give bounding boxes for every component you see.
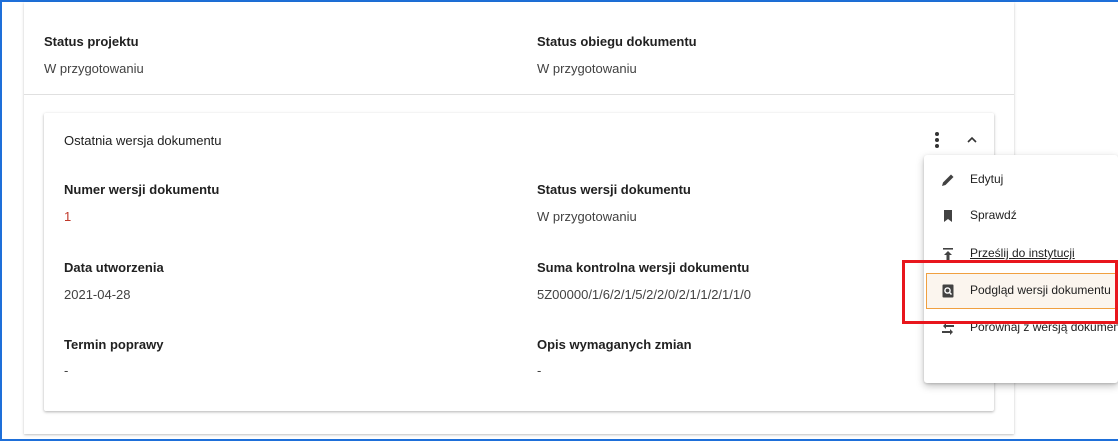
required-changes-value: - bbox=[537, 363, 542, 378]
project-status-value: W przygotowaniu bbox=[44, 61, 144, 76]
chevron-up-icon[interactable] bbox=[962, 130, 982, 150]
menu-item-check-label: Sprawdź bbox=[970, 208, 1017, 222]
latest-version-title: Ostatnia wersja dokumentu bbox=[64, 133, 222, 148]
version-number-value: 1 bbox=[64, 209, 72, 224]
project-status-label: Status projektu bbox=[44, 34, 139, 49]
required-changes-label: Opis wymaganych zmian bbox=[537, 337, 692, 352]
document-flow-status-label: Status obiegu dokumentu bbox=[537, 34, 697, 49]
version-number-label: Numer wersji dokumentu bbox=[64, 182, 220, 197]
document-flow-status-value: W przygotowaniu bbox=[537, 61, 637, 76]
correction-deadline-label: Termin poprawy bbox=[64, 337, 164, 352]
menu-item-edit-label: Edytuj bbox=[970, 172, 1004, 186]
pencil-icon bbox=[940, 172, 956, 188]
version-status-value: W przygotowaniu bbox=[537, 209, 637, 224]
more-options-icon[interactable] bbox=[930, 130, 944, 150]
menu-item-check[interactable]: Sprawdź bbox=[924, 198, 1118, 234]
checksum-label: Suma kontrolna wersji dokumentu bbox=[537, 260, 750, 275]
version-status-label: Status wersji dokumentu bbox=[537, 182, 691, 197]
correction-deadline-value: - bbox=[64, 363, 69, 378]
section-divider bbox=[24, 94, 1014, 95]
menu-item-send-to-institution-label: Prześlij do instytucji bbox=[970, 246, 1075, 260]
latest-version-card bbox=[44, 113, 994, 411]
checksum-value: 5Z00000/1/6/2/1/5/2/2/0/2/1/1/2/1/1/0 bbox=[537, 287, 751, 302]
created-date-label: Data utworzenia bbox=[64, 260, 164, 275]
menu-item-edit[interactable]: Edytuj bbox=[924, 162, 1118, 198]
created-date-value: 2021-04-28 bbox=[64, 287, 131, 302]
bookmark-icon bbox=[940, 208, 956, 224]
annotation-highlight-box bbox=[902, 260, 1118, 324]
